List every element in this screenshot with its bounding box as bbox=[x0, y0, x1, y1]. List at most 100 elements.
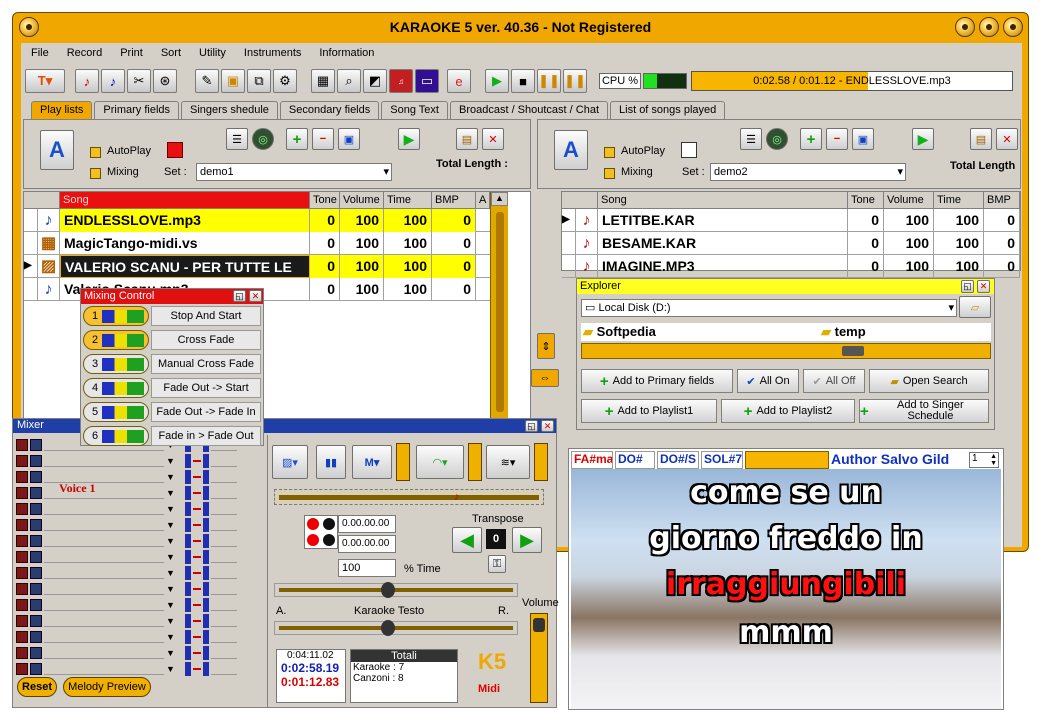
chevron-down-icon[interactable]: ▼ bbox=[166, 552, 175, 562]
menu-record[interactable]: Record bbox=[67, 47, 102, 59]
solo-button[interactable] bbox=[30, 535, 42, 547]
chevron-down-icon[interactable]: ▼ bbox=[166, 664, 175, 674]
channel-fader[interactable] bbox=[184, 614, 191, 628]
time-slider[interactable] bbox=[274, 582, 518, 598]
small-fader-2[interactable] bbox=[468, 443, 482, 481]
autoplay-checkbox-right[interactable] bbox=[604, 147, 615, 158]
cell-volume[interactable]: 100 bbox=[884, 255, 934, 278]
autoplay-checkbox-left[interactable] bbox=[90, 147, 101, 158]
save-icon[interactable]: ▣ bbox=[338, 128, 360, 150]
add-to-primary-fields-button[interactable]: + Add to Primary fields bbox=[581, 369, 733, 393]
color-swatch-right[interactable] bbox=[681, 142, 697, 158]
drive-select[interactable]: ▭ Local Disk (D:) ▾ bbox=[581, 299, 957, 317]
save-icon[interactable]: ▣ bbox=[852, 128, 874, 150]
cell-tone[interactable]: 0 bbox=[310, 232, 340, 255]
maximize-button[interactable] bbox=[979, 17, 999, 37]
mute-button[interactable] bbox=[16, 471, 28, 483]
mute-button[interactable] bbox=[16, 455, 28, 467]
open-search-button[interactable]: ▰ Open Search bbox=[869, 369, 989, 393]
table-row[interactable]: ♪ BESAME.KAR 0 100 100 0 bbox=[562, 232, 1020, 255]
mixer-channel-row[interactable]: ▼ bbox=[13, 661, 265, 677]
film-icon[interactable]: ⊛ bbox=[153, 69, 177, 93]
minimize-button[interactable] bbox=[955, 17, 975, 37]
pause2-icon[interactable]: ❚❚ bbox=[563, 69, 587, 93]
balance-slider[interactable] bbox=[274, 620, 518, 636]
solo-button[interactable] bbox=[30, 503, 42, 515]
marker-time-1[interactable]: 0.00.00.00 bbox=[338, 515, 396, 533]
tab-primary-fields[interactable]: Primary fields bbox=[94, 101, 180, 119]
cell-time[interactable]: 100 bbox=[384, 209, 432, 232]
singer-a-icon[interactable]: A bbox=[40, 130, 74, 170]
channel-fader-2[interactable] bbox=[202, 502, 209, 516]
restore-icon[interactable]: ◱ bbox=[525, 420, 538, 432]
mixing-mode-label[interactable]: Fade Out -> Fade In bbox=[151, 402, 261, 422]
table-row[interactable]: ▦ MagicTango-midi.vs 0 100 100 0 bbox=[24, 232, 490, 255]
channel-fader-2[interactable] bbox=[202, 550, 209, 564]
tab-broadcast[interactable]: Broadcast / Shoutcast / Chat bbox=[449, 101, 609, 119]
mixing-mode-icon[interactable]: 2 bbox=[83, 330, 149, 350]
list-edit-icon[interactable]: ☰ bbox=[740, 128, 762, 150]
cell-song[interactable]: LETITBE.KAR bbox=[598, 209, 848, 232]
mixer-channel-row[interactable]: ▼ bbox=[13, 613, 265, 629]
play-list-icon[interactable]: ▶ bbox=[398, 128, 420, 150]
cell-bmp[interactable]: 0 bbox=[984, 255, 1020, 278]
mute-button[interactable] bbox=[16, 663, 28, 675]
mute-button[interactable] bbox=[16, 519, 28, 531]
marker-time-2[interactable]: 0.00.00.00 bbox=[338, 535, 396, 553]
mixer-channel-row[interactable]: ▼ bbox=[13, 501, 265, 517]
scroll-thumb[interactable] bbox=[842, 346, 864, 356]
cell-bmp[interactable]: 0 bbox=[432, 255, 476, 278]
column-time[interactable]: Time bbox=[384, 192, 432, 209]
cell-song[interactable]: ENDLESSLOVE.mp3 bbox=[60, 209, 310, 232]
channel-fader-2[interactable] bbox=[202, 566, 209, 580]
cell-song[interactable]: MagicTango-midi.vs bbox=[60, 232, 310, 255]
all-off-button[interactable]: ✔ All Off bbox=[803, 369, 865, 393]
record-b-icon[interactable] bbox=[323, 518, 335, 530]
menu-information[interactable]: Information bbox=[319, 47, 374, 59]
channel-fader[interactable] bbox=[184, 566, 191, 580]
melody-preview-button[interactable]: Melody Preview bbox=[63, 677, 151, 697]
mute-button[interactable] bbox=[16, 599, 28, 611]
solo-button[interactable] bbox=[30, 599, 42, 611]
tab-singers-schedule[interactable]: Singers shedule bbox=[181, 101, 278, 119]
channel-fader-2[interactable] bbox=[202, 646, 209, 660]
transpose-down-icon[interactable]: ◀ bbox=[452, 527, 482, 553]
mixing-mode-row[interactable]: 6 Fade in > Fade Out bbox=[81, 426, 263, 448]
cell-song[interactable]: IMAGINE.MP3 bbox=[598, 255, 848, 278]
column-bmp[interactable]: BMP bbox=[432, 192, 476, 209]
close-icon[interactable]: ✕ bbox=[977, 280, 990, 293]
volume-fader[interactable] bbox=[530, 613, 548, 703]
stop-icon[interactable]: ■ bbox=[511, 69, 535, 93]
tab-play-lists[interactable]: Play lists bbox=[31, 101, 93, 119]
mixing-mode-icon[interactable]: 4 bbox=[83, 378, 149, 398]
column-volume[interactable]: Volume bbox=[340, 192, 384, 209]
lock-icon[interactable]: ⚿ bbox=[488, 555, 506, 573]
karaoke-note-icon[interactable]: ♪ bbox=[101, 69, 125, 93]
mixing-mode-label[interactable]: Stop And Start bbox=[151, 306, 261, 326]
spectrum-icon[interactable]: ▮▮ bbox=[316, 445, 346, 479]
cell-tone[interactable]: 0 bbox=[310, 278, 340, 301]
channel-fader[interactable] bbox=[184, 630, 191, 644]
mixer-channel-row[interactable]: ▼ bbox=[13, 469, 265, 485]
column-song[interactable]: Song bbox=[60, 192, 310, 209]
font-dropdown-button[interactable]: T▾ bbox=[25, 69, 65, 93]
solo-button[interactable] bbox=[30, 631, 42, 643]
remove-icon[interactable]: − bbox=[826, 128, 848, 150]
search-icon[interactable]: ⌕ bbox=[337, 69, 361, 93]
chevron-down-icon[interactable]: ▼ bbox=[166, 472, 175, 482]
mixing-checkbox-left[interactable] bbox=[90, 168, 101, 179]
mixing-mode-row[interactable]: 4 Fade Out -> Start bbox=[81, 378, 263, 400]
mixing-mode-icon[interactable]: 1 bbox=[83, 306, 149, 326]
pause-icon[interactable]: ❚❚ bbox=[537, 69, 561, 93]
channel-fader[interactable] bbox=[184, 486, 191, 500]
chart-icon[interactable]: ◩ bbox=[363, 69, 387, 93]
delete-doc-icon[interactable]: ✕ bbox=[996, 128, 1018, 150]
solo-button[interactable] bbox=[30, 471, 42, 483]
waveform-icon[interactable]: ≋▾ bbox=[486, 445, 530, 479]
restore-icon[interactable]: ◱ bbox=[233, 290, 246, 302]
mixing-mode-label[interactable]: Cross Fade bbox=[151, 330, 261, 350]
record-c-icon[interactable] bbox=[307, 534, 319, 546]
cell-tone[interactable]: 0 bbox=[310, 255, 340, 278]
mixer-channel-row[interactable]: ▼ bbox=[13, 565, 265, 581]
close-icon[interactable]: ✕ bbox=[541, 420, 554, 432]
